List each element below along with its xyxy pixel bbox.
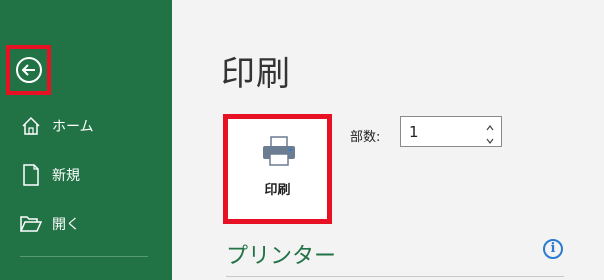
print-button[interactable]: 印刷	[223, 114, 332, 224]
arrow-left-circle-icon	[15, 57, 42, 83]
open-folder-icon	[20, 213, 42, 235]
print-button-label: 印刷	[264, 183, 291, 198]
copies-label: 部数:	[350, 130, 381, 145]
chevron-down-icon[interactable]	[484, 132, 496, 144]
sidebar-item-home[interactable]: ホーム	[20, 114, 94, 138]
sidebar-divider	[20, 256, 148, 257]
backstage-sidebar: ホーム 新規 開く	[0, 0, 172, 280]
printer-icon	[261, 136, 297, 166]
sidebar-item-label: 開く	[52, 217, 80, 233]
copies-stepper[interactable]: 1	[400, 116, 502, 147]
print-pane: 印刷 印刷 部数: 1 プリンター i	[172, 0, 604, 280]
printer-section-divider	[226, 276, 564, 277]
chevron-up-icon[interactable]	[484, 119, 496, 131]
sidebar-item-label: 新規	[52, 168, 80, 184]
sidebar-item-new[interactable]: 新規	[20, 163, 80, 187]
home-icon	[20, 115, 42, 137]
sidebar-item-label: ホーム	[52, 119, 94, 135]
info-icon[interactable]: i	[543, 239, 563, 259]
new-document-icon	[20, 164, 42, 186]
sidebar-item-open[interactable]: 開く	[20, 212, 80, 236]
copies-value[interactable]: 1	[409, 123, 419, 141]
page-title: 印刷	[221, 54, 291, 94]
back-button[interactable]	[6, 45, 51, 95]
printer-section-heading: プリンター	[226, 244, 337, 269]
